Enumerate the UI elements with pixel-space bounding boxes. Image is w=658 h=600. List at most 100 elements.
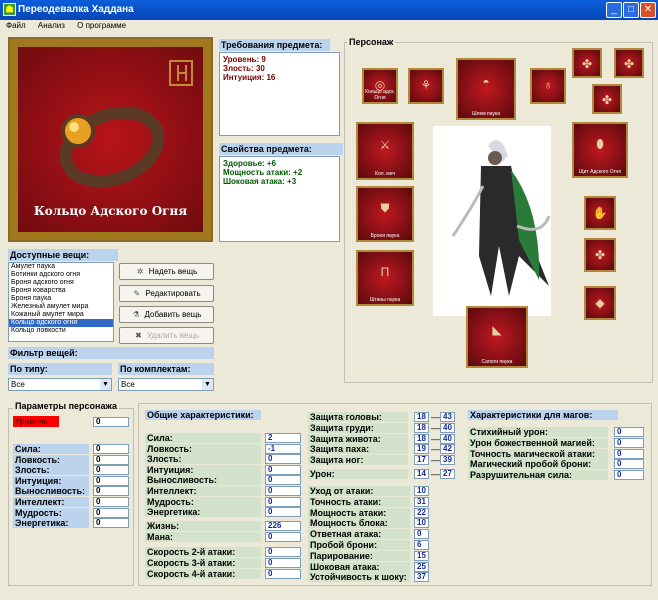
range-dash: —: [431, 433, 440, 444]
combat-stat-value: 25: [414, 561, 429, 572]
params-title: Параметры персонажа: [13, 401, 119, 411]
equipment-slot[interactable]: ✤: [572, 48, 602, 78]
protection-max: 43: [440, 412, 455, 422]
equipment-slot[interactable]: ⚔ Кол. меч: [356, 122, 414, 180]
filter-set-select[interactable]: Все ▼: [118, 378, 214, 391]
equipment-slot[interactable]: ⚘: [408, 68, 444, 104]
item-image-caption: Кольцо Адского Огня: [33, 204, 188, 218]
equipment-slot[interactable]: ♁: [530, 68, 566, 104]
available-item[interactable]: Ботинки адского огня: [9, 271, 113, 279]
available-item[interactable]: Кожаный амулет мира: [9, 311, 113, 319]
param-stat-label: Интеллект:: [13, 497, 89, 507]
equipment-slot-caption: Броня паука: [370, 233, 400, 239]
minimize-button[interactable]: _: [606, 2, 622, 18]
general-stat-value: 0: [265, 464, 301, 475]
cog-icon: ✲: [136, 267, 144, 276]
magic-stat-value: 0: [614, 459, 644, 470]
equipment-slot[interactable]: Π Штаны паука: [356, 250, 414, 306]
equipment-slot[interactable]: ✋: [584, 196, 616, 230]
combat-stat-label: Ответная атака:: [308, 529, 410, 540]
magic-stat-label: Урон божественной магией:: [468, 437, 608, 448]
item-image: Кольцо Адского Огня: [8, 37, 213, 242]
equipment-slot-icon: ⛊: [380, 201, 390, 215]
combat-stat-label: Пробой брони:: [308, 540, 410, 550]
combat-stat-value: 31: [414, 496, 429, 507]
life-value: 226: [265, 521, 301, 531]
magic-stat-label: Разрушительная сила:: [468, 470, 608, 481]
general-stat-value: 0: [265, 496, 301, 507]
requirements-header: Требования предмета:: [219, 39, 330, 51]
param-stat-label: Выносливость:: [13, 486, 89, 497]
menu-about[interactable]: О программе: [77, 21, 126, 30]
param-stat-value: 0: [93, 497, 129, 507]
combat-stat-label: Парирование:: [308, 550, 410, 561]
available-item[interactable]: Кольцо ловкости: [9, 327, 113, 335]
available-item[interactable]: Амулет паука: [9, 263, 113, 271]
character-figure-drawing: [451, 140, 551, 296]
speed-value: 0: [265, 547, 301, 557]
requirement-line: Интуиция: 16: [223, 73, 276, 82]
filter-type-select[interactable]: Все ▼: [8, 378, 112, 391]
combat-stat-label: Точность атаки:: [308, 496, 410, 507]
equipment-slot-icon: ◓: [482, 74, 490, 89]
equipment-slot[interactable]: ◆: [584, 286, 616, 320]
param-stat-label: Сила:: [13, 444, 89, 454]
wear-item-label: Надеть вещь: [148, 267, 198, 276]
damage-min: 14: [414, 469, 429, 479]
equipment-slot[interactable]: ◣ Сапоги паука: [466, 306, 528, 368]
combat-stat-label: Мощность блока:: [308, 518, 410, 529]
damage-max: 27: [440, 469, 455, 479]
equipment-slot-icon: ✤: [601, 92, 613, 107]
magic-stat-value: 0: [614, 437, 644, 448]
equipment-slot[interactable]: ✤: [592, 84, 622, 114]
maximize-button[interactable]: □: [623, 2, 639, 18]
protection-max: 40: [440, 433, 455, 444]
delete-item-button[interactable]: ✖ Удалить вещь: [119, 327, 214, 344]
close-button[interactable]: ✕: [640, 2, 656, 18]
equipment-slot[interactable]: ✤: [584, 238, 616, 272]
combat-stat-label: Уход от атаки:: [308, 486, 410, 496]
available-header: Доступные вещи:: [8, 249, 118, 261]
param-stat-value: 0: [93, 475, 129, 486]
equipment-slot-caption: Штаны паука: [369, 297, 401, 303]
available-item[interactable]: Кольцо адского огня: [9, 319, 113, 327]
param-stat-value: 0: [93, 444, 129, 454]
equipment-slot[interactable]: ◓ Шлем паука: [456, 58, 516, 120]
properties-box: Здоровье: +6 Мощность атаки: +2 Шоковая …: [219, 156, 340, 242]
general-stat-value: 0: [265, 475, 301, 486]
range-dash: —: [431, 455, 440, 466]
add-item-button[interactable]: ⚗ Добавить вещь: [119, 306, 214, 323]
magic-stat-label: Магический пробой брони:: [468, 459, 608, 470]
general-stat-value: 0: [265, 507, 301, 518]
property-line: Мощность атаки: +2: [223, 168, 303, 177]
pencil-icon: ✎: [133, 289, 141, 298]
equipment-slot-icon: ✤: [594, 247, 606, 262]
edit-item-button[interactable]: ✎ Редактировать: [119, 285, 214, 302]
wear-item-button[interactable]: ✲ Надеть вещь: [119, 263, 214, 280]
available-item[interactable]: Броня адского огня: [9, 279, 113, 287]
available-items-list[interactable]: Амулет паука Ботинки адского огня Броня ад…: [8, 262, 114, 342]
equipment-slot[interactable]: ✤: [614, 48, 644, 78]
combat-stat-value: 10: [414, 518, 429, 529]
protection-label: Защита ног:: [308, 455, 408, 466]
equipment-slot-icon: ✤: [581, 56, 593, 71]
character-figure: [433, 126, 551, 316]
flask-icon: ⚗: [132, 310, 140, 319]
available-item[interactable]: Броня коварства: [9, 287, 113, 295]
equipment-slot[interactable]: ◎ Кольцо адск. Огня: [362, 68, 398, 104]
general-stat-label: Сила:: [145, 433, 261, 443]
available-item[interactable]: Броня паука: [9, 295, 113, 303]
range-dash: —: [431, 422, 440, 433]
magic-stat-value: 0: [614, 427, 644, 437]
equipment-slot[interactable]: ⬮ Щит Адского Огня: [572, 122, 628, 178]
menu-bar: Файл Анализ О программе: [0, 20, 658, 32]
menu-file[interactable]: Файл: [6, 21, 26, 30]
delete-icon: ✖: [135, 331, 142, 340]
available-item[interactable]: Железный амулет мира: [9, 303, 113, 311]
equipment-slot-icon: ⬮: [596, 137, 604, 151]
param-stat-value: 0: [93, 518, 129, 529]
menu-analysis[interactable]: Анализ: [38, 21, 65, 30]
protection-min: 18: [414, 433, 429, 444]
equipment-slot[interactable]: ⛊ Броня паука: [356, 186, 414, 242]
magic-stat-value: 0: [614, 448, 644, 459]
